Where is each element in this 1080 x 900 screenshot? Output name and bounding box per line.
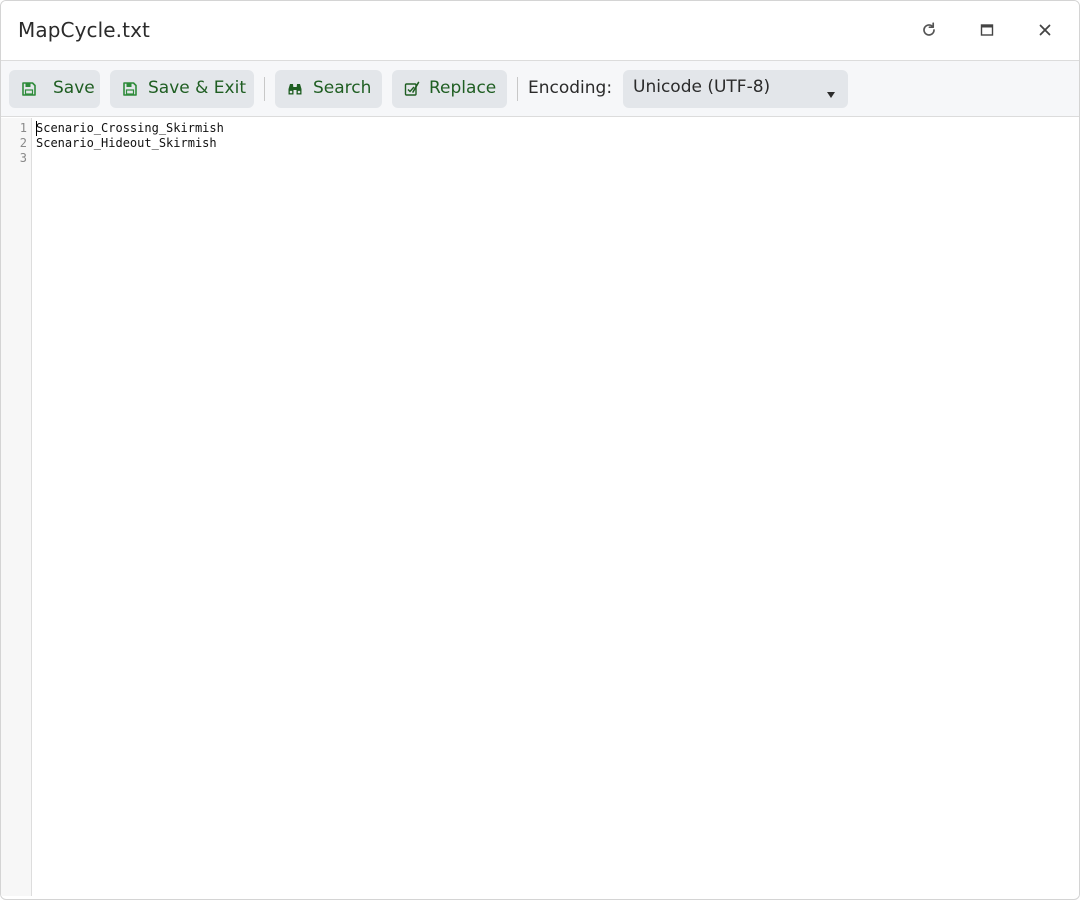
line-number-gutter: 1 2 3 xyxy=(1,118,32,896)
caret-down-icon xyxy=(826,84,836,103)
code-line[interactable]: Scenario_Hideout_Skirmish xyxy=(36,136,217,151)
search-label: Search xyxy=(313,78,372,98)
code-line[interactable]: Scenario_Crossing_Skirmish xyxy=(36,121,224,136)
window-title: MapCycle.txt xyxy=(18,18,150,42)
toolbar-divider xyxy=(517,77,518,101)
save-label: Save xyxy=(53,78,95,98)
floppy-disk-icon xyxy=(122,81,138,97)
editor-window: MapCycle.txt Save Save & Exit Search Rep… xyxy=(0,0,1080,900)
close-icon xyxy=(1038,23,1052,37)
title-bar: MapCycle.txt xyxy=(1,1,1079,61)
search-button[interactable]: Search xyxy=(275,70,382,108)
replace-icon xyxy=(404,81,420,97)
maximize-icon xyxy=(980,23,994,37)
save-exit-button[interactable]: Save & Exit xyxy=(110,70,254,108)
text-cursor xyxy=(36,121,37,136)
binoculars-icon xyxy=(287,81,303,97)
encoding-value: Unicode (UTF-8) xyxy=(633,77,771,97)
save-button[interactable]: Save xyxy=(9,70,100,108)
line-number: 2 xyxy=(19,136,27,150)
refresh-icon xyxy=(921,22,937,38)
refresh-button[interactable] xyxy=(914,15,944,45)
save-exit-label: Save & Exit xyxy=(148,78,246,98)
replace-label: Replace xyxy=(429,78,497,98)
encoding-select[interactable]: Unicode (UTF-8) xyxy=(623,70,848,108)
line-number: 1 xyxy=(19,121,27,135)
line-number: 3 xyxy=(19,151,27,165)
replace-button[interactable]: Replace xyxy=(392,70,507,108)
text-editor[interactable]: 1 2 3 Scenario_Crossing_Skirmish Scenari… xyxy=(1,118,1079,896)
toolbar-divider xyxy=(264,77,265,101)
floppy-disk-icon xyxy=(21,81,37,97)
encoding-label: Encoding: xyxy=(528,78,613,98)
close-button[interactable] xyxy=(1030,15,1060,45)
maximize-button[interactable] xyxy=(972,15,1002,45)
